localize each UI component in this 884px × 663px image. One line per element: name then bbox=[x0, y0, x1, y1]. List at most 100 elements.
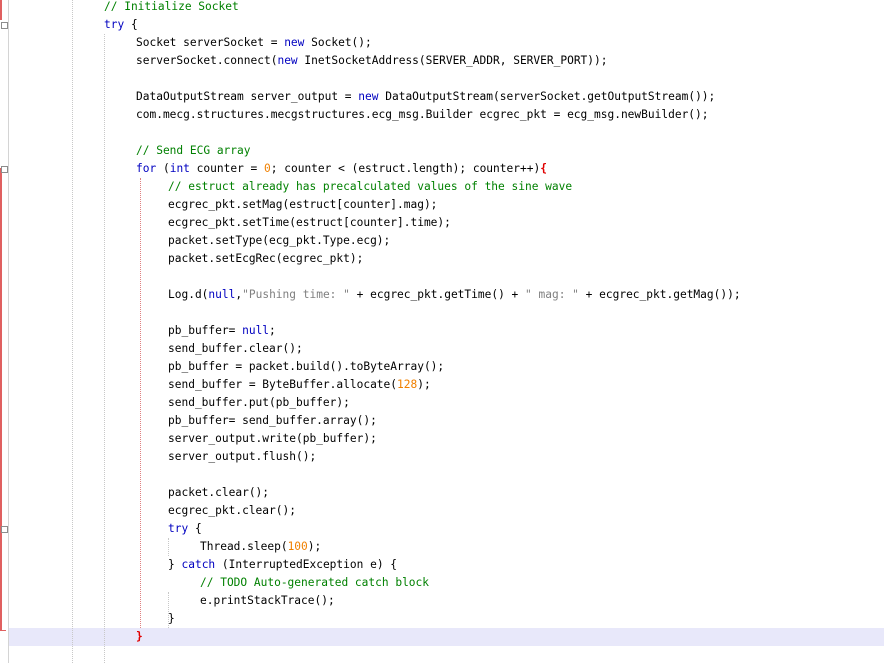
change-marker-top bbox=[0, 0, 2, 20]
code-token: } bbox=[136, 630, 143, 643]
code-line[interactable]: for (int counter = 0; counter < (estruct… bbox=[136, 160, 547, 178]
code-line[interactable]: Thread.sleep(100); bbox=[200, 538, 321, 556]
code-token: pb_buffer= bbox=[168, 324, 243, 337]
code-token: int bbox=[169, 162, 190, 175]
code-token: { bbox=[188, 522, 202, 535]
code-line[interactable]: Socket serverSocket = new Socket(); bbox=[136, 34, 372, 52]
code-line[interactable]: DataOutputStream server_output = new Dat… bbox=[136, 88, 715, 106]
code-line[interactable]: serverSocket.connect(new InetSocketAddre… bbox=[136, 52, 608, 70]
code-token: ecgrec_pkt.setMag(estruct[counter].mag); bbox=[168, 198, 438, 211]
code-token: counter = bbox=[189, 162, 265, 175]
code-token: Log.d( bbox=[168, 288, 209, 301]
code-token: ecgrec_pkt.clear(); bbox=[168, 504, 296, 517]
code-token: packet.clear(); bbox=[168, 486, 270, 499]
code-line[interactable]: server_output.flush(); bbox=[168, 448, 316, 466]
code-token: ( bbox=[156, 162, 170, 175]
code-token: pb_buffer = packet.build().toByteArray()… bbox=[168, 360, 445, 373]
code-token: packet.setType(ecg_pkt.Type.ecg); bbox=[168, 234, 391, 247]
code-token: Socket serverSocket = bbox=[136, 36, 285, 49]
indent-guide-1 bbox=[72, 0, 73, 663]
code-token: // estruct already has precalculated val… bbox=[168, 180, 573, 193]
code-token: + ecgrec_pkt.getTime() + bbox=[349, 288, 526, 301]
code-line[interactable]: ecgrec_pkt.setTime(estruct[counter].time… bbox=[168, 214, 451, 232]
code-token: } bbox=[168, 612, 175, 625]
code-token: packet.setEcgRec(ecgrec_pkt); bbox=[168, 252, 364, 265]
code-line[interactable]: try { bbox=[168, 520, 202, 538]
code-line[interactable]: try { bbox=[104, 16, 138, 34]
code-token: // Initialize Socket bbox=[104, 0, 239, 13]
code-token: server_output.flush(); bbox=[168, 450, 317, 463]
code-token: " mag: " bbox=[525, 288, 579, 301]
gutter-divider bbox=[8, 0, 9, 663]
code-line[interactable]: // Send ECG array bbox=[136, 142, 251, 160]
code-line[interactable]: com.mecg.structures.mecgstructures.ecg_m… bbox=[136, 106, 709, 124]
code-token: DataOutputStream server_output = bbox=[136, 90, 359, 103]
code-line[interactable]: // estruct already has precalculated val… bbox=[168, 178, 572, 196]
code-line[interactable]: pb_buffer = packet.build().toByteArray()… bbox=[168, 358, 444, 376]
code-token: DataOutputStream(serverSocket.getOutputS… bbox=[378, 90, 716, 103]
code-token: com.mecg.structures.mecgstructures.ecg_m… bbox=[136, 108, 709, 121]
code-line[interactable]: e.printStackTrace(); bbox=[200, 592, 335, 610]
code-token: ); bbox=[417, 378, 431, 391]
code-token: for bbox=[136, 162, 157, 175]
code-token: ecgrec_pkt.setTime(estruct[counter].time… bbox=[168, 216, 451, 229]
code-token: send_buffer.clear(); bbox=[168, 342, 303, 355]
code-token: + ecgrec_pkt.getMag()); bbox=[578, 288, 741, 301]
code-token: ); bbox=[307, 540, 322, 553]
code-line[interactable]: server_output.write(pb_buffer); bbox=[168, 430, 377, 448]
code-token: null bbox=[242, 324, 270, 337]
code-token: server_output.write(pb_buffer); bbox=[168, 432, 377, 445]
fold-toggle-for[interactable] bbox=[1, 166, 8, 173]
code-line[interactable]: pb_buffer= send_buffer.array(); bbox=[168, 412, 377, 430]
code-line[interactable]: Log.d(null,"Pushing time: " + ecgrec_pkt… bbox=[168, 286, 741, 304]
code-token: send_buffer = ByteBuffer.allocate( bbox=[168, 378, 398, 391]
code-line[interactable]: ecgrec_pkt.clear(); bbox=[168, 502, 296, 520]
code-token: } bbox=[168, 558, 182, 571]
indent-guide-for-block bbox=[140, 178, 141, 628]
code-token: try bbox=[168, 522, 189, 535]
code-token: // TODO Auto-generated catch block bbox=[200, 576, 430, 589]
code-token: try bbox=[104, 18, 125, 31]
code-token: { bbox=[124, 18, 138, 31]
code-line[interactable]: send_buffer.put(pb_buffer); bbox=[168, 394, 350, 412]
code-line[interactable]: } bbox=[136, 628, 143, 646]
code-line[interactable]: send_buffer.clear(); bbox=[168, 340, 303, 358]
code-token: "Pushing time: " bbox=[242, 288, 350, 301]
code-line[interactable]: send_buffer = ByteBuffer.allocate(128); bbox=[168, 376, 431, 394]
code-line[interactable]: packet.clear(); bbox=[168, 484, 269, 502]
change-marker-end bbox=[0, 630, 6, 631]
code-line[interactable]: packet.setEcgRec(ecgrec_pkt); bbox=[168, 250, 363, 268]
code-token: InetSocketAddress(SERVER_ADDR, SERVER_PO… bbox=[297, 54, 608, 67]
code-token: (InterruptedException e) { bbox=[215, 558, 398, 571]
indent-guide-try-block bbox=[168, 538, 169, 556]
code-token: { bbox=[540, 162, 547, 175]
code-token: 0 bbox=[264, 162, 271, 175]
code-token: send_buffer.put(pb_buffer); bbox=[168, 396, 350, 409]
code-token: e.printStackTrace(); bbox=[200, 594, 335, 607]
change-marker-bar bbox=[0, 168, 2, 630]
code-token: new bbox=[358, 90, 379, 103]
code-line[interactable]: packet.setType(ecg_pkt.Type.ecg); bbox=[168, 232, 390, 250]
code-token: ; bbox=[269, 324, 276, 337]
code-token: 128 bbox=[397, 378, 418, 391]
code-token: new bbox=[284, 36, 305, 49]
fold-toggle-inner-try[interactable] bbox=[1, 526, 8, 533]
code-token: catch bbox=[181, 558, 216, 571]
code-token: 100 bbox=[287, 540, 308, 553]
code-line[interactable]: } bbox=[168, 610, 175, 628]
code-line[interactable]: // Initialize Socket bbox=[104, 0, 239, 16]
code-token: Thread.sleep( bbox=[200, 540, 288, 553]
code-token: serverSocket.connect( bbox=[136, 54, 278, 67]
fold-toggle-try[interactable] bbox=[1, 22, 8, 29]
code-token: Socket(); bbox=[304, 36, 372, 49]
code-line[interactable]: ecgrec_pkt.setMag(estruct[counter].mag); bbox=[168, 196, 437, 214]
code-token: null bbox=[208, 288, 236, 301]
code-line[interactable]: pb_buffer= null; bbox=[168, 322, 276, 340]
code-token: new bbox=[277, 54, 298, 67]
code-token: ; counter < (estruct.length); counter++) bbox=[270, 162, 541, 175]
code-line[interactable]: // TODO Auto-generated catch block bbox=[200, 574, 429, 592]
code-token: pb_buffer= send_buffer.array(); bbox=[168, 414, 377, 427]
code-token: // Send ECG array bbox=[136, 144, 251, 157]
code-line[interactable]: } catch (InterruptedException e) { bbox=[168, 556, 397, 574]
indent-guide-2 bbox=[104, 34, 105, 663]
